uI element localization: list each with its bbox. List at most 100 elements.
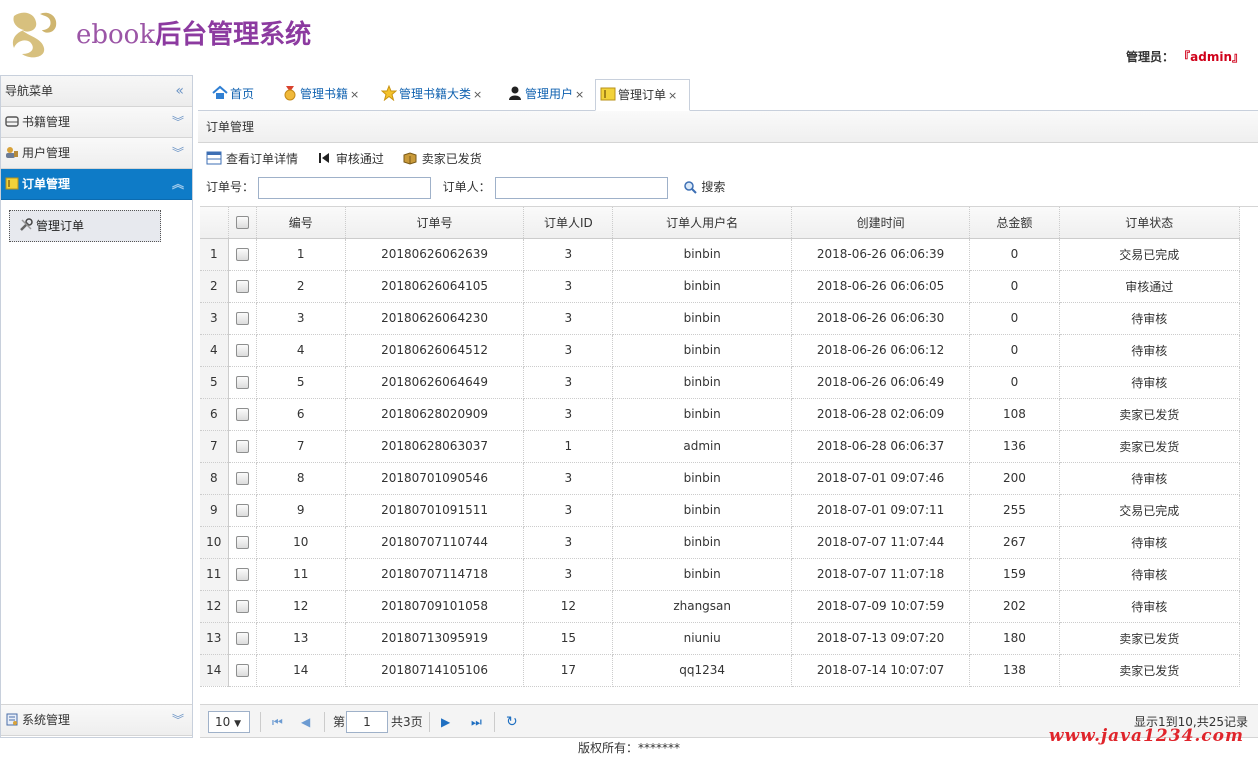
cell-total: 200 — [969, 462, 1060, 495]
row-checkbox[interactable] — [235, 280, 249, 293]
table-row[interactable]: 2 2 20180626064105 3 binbin 2018-06-26 06:06:… — [200, 270, 1240, 303]
sidebar-section-orders[interactable]: 订单管理 ︽ — [1, 169, 192, 200]
row-checkbox[interactable] — [235, 376, 249, 389]
tools-icon — [20, 218, 33, 231]
column-header[interactable]: 编号 — [256, 207, 346, 239]
table-row[interactable]: 9 9 20180701091511 3 binbin 2018-07-01 09:07:… — [200, 494, 1240, 527]
cell-status: 待审核 — [1059, 526, 1240, 559]
table-row[interactable]: 13 13 20180713095919 15 niuniu 2018-07-13 09:… — [200, 622, 1240, 655]
close-icon[interactable]: × — [668, 89, 677, 102]
row-select-cell — [228, 398, 257, 431]
cell-time: 2018-07-01 09:07:46 — [791, 462, 971, 495]
last-page-icon[interactable]: ⏭ — [471, 705, 482, 739]
order-user-input[interactable] — [494, 176, 668, 199]
row-number: 9 — [200, 494, 229, 527]
refresh-icon[interactable]: ↻ — [506, 705, 518, 739]
tab-manage-users[interactable]: 管理用户 × — [503, 79, 584, 111]
shipped-button[interactable]: 卖家已发货 — [402, 147, 482, 171]
logo-icon — [12, 12, 57, 58]
sidebar-item-manage-orders[interactable]: 管理订单 — [9, 210, 161, 242]
sidebar-section-books[interactable]: 书籍管理 ︾ — [1, 107, 192, 138]
page-size-select[interactable]: 10 ▼ — [208, 711, 250, 733]
cell-time: 2018-06-28 06:06:37 — [791, 430, 971, 463]
next-page-icon[interactable]: ▶ — [441, 705, 450, 739]
cell-uid: 3 — [523, 302, 614, 335]
row-checkbox[interactable] — [235, 440, 249, 453]
tab-manage-categories[interactable]: 管理书籍大类 × — [377, 79, 482, 111]
first-page-icon[interactable]: ⏮ — [272, 705, 283, 739]
row-checkbox[interactable] — [235, 248, 249, 261]
column-header[interactable]: 订单状态 — [1059, 207, 1240, 239]
nav-sidebar: 导航菜单 « 书籍管理 ︾ 用户管理 ︾ 订单管理 ︽ 管理订单 系统管理 ︾ — [0, 75, 193, 738]
sidebar-section-users[interactable]: 用户管理 ︾ — [1, 138, 192, 169]
row-select-cell — [228, 302, 257, 335]
tab-home[interactable]: 首页 — [208, 79, 254, 111]
collapse-sidebar-icon[interactable]: « — [175, 76, 184, 106]
tab-manage-books[interactable]: 管理书籍 × — [278, 79, 359, 111]
page-number-input[interactable]: 1 — [346, 711, 388, 733]
table-row[interactable]: 11 11 20180707114718 3 binbin 2018-07-07 11:0… — [200, 558, 1240, 591]
row-checkbox[interactable] — [235, 312, 249, 325]
cell-user: admin — [612, 430, 792, 463]
column-header[interactable]: 订单人ID — [523, 207, 614, 239]
cell-no: 20180628020909 — [345, 398, 525, 431]
row-checkbox[interactable] — [235, 504, 249, 517]
row-checkbox[interactable] — [235, 408, 249, 421]
tab-label: 首页 — [230, 87, 255, 101]
cell-no: 20180707110744 — [345, 526, 525, 559]
cell-user: qq1234 — [612, 654, 792, 687]
select-all-checkbox[interactable] — [235, 216, 249, 230]
row-checkbox[interactable] — [235, 472, 249, 485]
cell-user: binbin — [612, 270, 792, 303]
row-select-cell — [228, 238, 257, 271]
cell-user: binbin — [612, 302, 792, 335]
cell-status: 待审核 — [1059, 590, 1240, 623]
table-row[interactable]: 4 4 20180626064512 3 binbin 2018-06-26 06:06:… — [200, 334, 1240, 367]
close-icon[interactable]: × — [473, 88, 482, 101]
table-row[interactable]: 14 14 20180714105106 17 qq1234 2018-07-14 10:… — [200, 654, 1240, 687]
cell-user: binbin — [612, 526, 792, 559]
column-header[interactable]: 订单号 — [345, 207, 525, 239]
cell-total: 108 — [969, 398, 1060, 431]
orders-grid: 编号 订单号 订单人ID 订单人用户名 创建时间 总金额 订单状态 1 1 2018… — [200, 206, 1258, 702]
row-checkbox[interactable] — [235, 600, 249, 613]
sidebar-section-system[interactable]: 系统管理 ︾ — [1, 705, 192, 736]
table-row[interactable]: 7 7 20180628063037 1 admin 2018-06-28 06:06:3… — [200, 430, 1240, 463]
chevron-up-icon: ︽ — [171, 177, 184, 191]
table-row[interactable]: 12 12 20180709101058 12 zhangsan 2018-07-09 1… — [200, 590, 1240, 623]
cell-status: 待审核 — [1059, 334, 1240, 367]
table-row[interactable]: 6 6 20180628020909 3 binbin 2018-06-28 02:06:… — [200, 398, 1240, 431]
cell-status: 待审核 — [1059, 366, 1240, 399]
column-header[interactable]: 订单人用户名 — [612, 207, 792, 239]
table-row[interactable]: 8 8 20180701090546 3 binbin 2018-07-01 09:07:… — [200, 462, 1240, 495]
order-no-input[interactable] — [257, 176, 431, 199]
row-checkbox[interactable] — [235, 664, 249, 677]
close-icon[interactable]: × — [350, 88, 359, 101]
app-title: ebook后台管理系统 — [76, 18, 311, 52]
divider — [324, 712, 325, 732]
cell-status: 待审核 — [1059, 462, 1240, 495]
column-header[interactable]: 创建时间 — [791, 207, 971, 239]
cell-total: 0 — [969, 238, 1060, 271]
row-checkbox[interactable] — [235, 632, 249, 645]
table-row[interactable]: 1 1 20180626062639 3 binbin 2018-06-26 06:06:… — [200, 238, 1240, 271]
search-button[interactable]: 搜索 — [683, 180, 725, 194]
table-row[interactable]: 10 10 20180707110744 3 binbin 2018-07-07 11:0… — [200, 526, 1240, 559]
table-row[interactable]: 5 5 20180626064649 3 binbin 2018-06-26 06:06:… — [200, 366, 1240, 399]
close-icon[interactable]: × — [575, 88, 584, 101]
prev-page-icon[interactable]: ◀ — [301, 705, 310, 739]
row-select-cell — [228, 366, 257, 399]
cell-uid: 15 — [523, 622, 614, 655]
row-checkbox[interactable] — [235, 536, 249, 549]
cell-no: 20180626064649 — [345, 366, 525, 399]
tab-manage-orders[interactable]: 管理订单 × — [595, 79, 690, 111]
cell-time: 2018-06-26 06:06:12 — [791, 334, 971, 367]
app-title-cn: 后台管理系统 — [155, 20, 312, 50]
row-checkbox[interactable] — [235, 344, 249, 357]
column-header[interactable]: 总金额 — [969, 207, 1060, 239]
row-checkbox[interactable] — [235, 568, 249, 581]
table-row[interactable]: 3 3 20180626064230 3 binbin 2018-06-26 06:06:… — [200, 302, 1240, 335]
app-header: ebook后台管理系统 管理员： 『admin』 — [0, 0, 1258, 75]
approve-button[interactable]: 审核通过 — [316, 147, 384, 171]
view-order-detail-button[interactable]: 查看订单详情 — [206, 147, 298, 171]
